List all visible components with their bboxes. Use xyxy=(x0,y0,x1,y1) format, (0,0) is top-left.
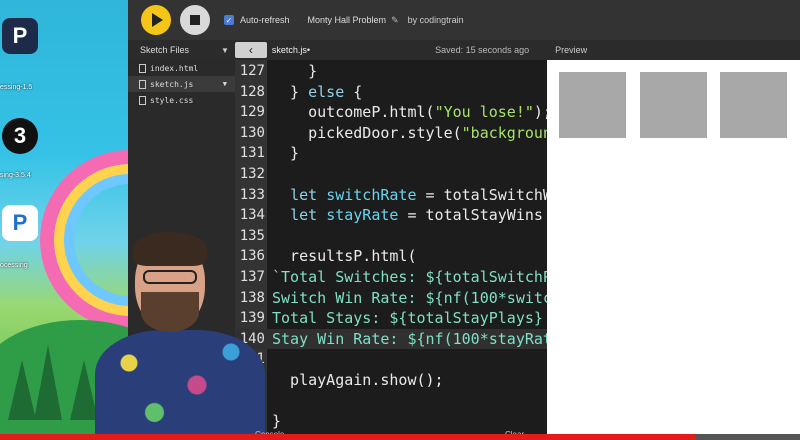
play-icon xyxy=(152,13,163,27)
processing-app-icon[interactable]: P xyxy=(2,18,38,54)
collapse-sidebar-button[interactable]: ‹ xyxy=(234,42,267,58)
code-editor[interactable]: 127 } 128 } else {129 outcomeP.html("You … xyxy=(235,60,547,434)
presenter-video-overlay xyxy=(95,230,265,440)
code-text: let stayRate = totalStayWins xyxy=(290,206,543,225)
line-number: 128 xyxy=(239,83,265,100)
code-line[interactable]: 137`Total Switches: ${totalSwitchPlays xyxy=(235,267,547,287)
screen: P essing-1.5 3 sing-3.5.4 P ocessing ✓ A… xyxy=(0,0,800,440)
desktop-icon-label: essing-1.5 xyxy=(0,84,33,91)
door-1[interactable] xyxy=(559,72,626,138)
stop-button[interactable] xyxy=(180,5,210,35)
code-line[interactable]: 132 xyxy=(235,164,547,184)
code-text: } xyxy=(272,412,282,431)
desktop-icon-label: ocessing xyxy=(0,262,28,269)
code-line[interactable]: 136 resultsP.html( xyxy=(235,246,547,266)
editor-toolbar: ✓ Auto-refresh Monty Hall Problem ✎ by c… xyxy=(128,0,800,40)
code-line[interactable]: 128 } else { xyxy=(235,82,547,102)
pencil-icon[interactable]: ✎ xyxy=(391,15,399,26)
auto-refresh-label: Auto-refresh xyxy=(240,15,290,25)
code-text: playAgain.show(); xyxy=(272,371,444,389)
tree-decoration xyxy=(8,360,36,420)
app-icon-glyph: P xyxy=(12,23,28,48)
tree-decoration xyxy=(70,360,98,420)
code-line[interactable]: 131 } xyxy=(235,143,547,163)
sketch-files-title: Sketch Files xyxy=(140,45,190,55)
processing-3-app-icon[interactable]: 3 xyxy=(2,118,38,154)
code-text: pickedDoor.style("background xyxy=(272,123,547,142)
code-text: } else { xyxy=(272,82,363,101)
line-number: 130 xyxy=(239,124,265,141)
app-icon-glyph: 3 xyxy=(13,123,27,148)
code-line[interactable]: 143 xyxy=(235,391,547,411)
file-item-index-html[interactable]: index.html xyxy=(128,60,235,76)
file-icon xyxy=(139,95,146,105)
line-number: 129 xyxy=(239,104,265,121)
file-name: style.css xyxy=(150,95,194,105)
code-text: let switchRate = totalSwitchWins xyxy=(290,185,547,204)
code-line[interactable]: 127 } xyxy=(235,61,547,81)
file-icon xyxy=(139,79,146,89)
line-number: 127 xyxy=(239,63,265,79)
auto-refresh-checkbox[interactable]: ✓ xyxy=(224,15,234,25)
file-name: sketch.js xyxy=(150,79,194,89)
file-icon xyxy=(139,63,146,73)
door-3[interactable] xyxy=(720,72,787,138)
door-2[interactable] xyxy=(640,72,707,138)
play-button[interactable] xyxy=(141,5,171,35)
code-line[interactable]: 133 let switchRate = totalSwitchWins xyxy=(235,185,547,205)
code-text: Switch Win Rate: ${nf(100*switchRate xyxy=(272,288,547,307)
line-number: 131 xyxy=(239,145,265,162)
chevron-down-icon[interactable]: ▼ xyxy=(221,46,229,55)
code-text: `Total Switches: ${totalSwitchPlays xyxy=(272,268,547,286)
video-progress-fill xyxy=(0,434,696,440)
code-line[interactable]: 142 playAgain.show(); xyxy=(235,370,547,390)
code-text: outcomeP.html("You lose!"); xyxy=(272,103,547,122)
presenter-hair xyxy=(133,232,207,266)
sketch-title[interactable]: Monty Hall Problem xyxy=(308,15,387,25)
code-line[interactable]: 135 xyxy=(235,226,547,246)
desktop-icon-label: sing-3.5.4 xyxy=(0,172,31,179)
code-line[interactable]: 130 pickedDoor.style("background xyxy=(235,123,547,143)
line-number: 133 xyxy=(239,186,265,203)
code-text: resultsP.html( xyxy=(272,247,417,266)
code-line[interactable]: 139 Total Stays: ${totalStayPlays} xyxy=(235,308,547,328)
code-text: } xyxy=(272,62,318,80)
tree-decoration xyxy=(34,345,62,420)
sketch-author[interactable]: by codingtrain xyxy=(408,15,464,25)
code-line[interactable]: 134 let stayRate = totalStayWins xyxy=(235,205,547,225)
file-item-style-css[interactable]: style.css xyxy=(128,92,235,108)
code-text: Stay Win Rate: ${nf(100*stayRate xyxy=(272,329,547,348)
presenter-glasses xyxy=(143,270,197,284)
code-line[interactable]: 138Switch Win Rate: ${nf(100*switchRate xyxy=(235,288,547,308)
presenter-beard xyxy=(141,292,199,332)
code-line[interactable]: 140 Stay Win Rate: ${nf(100*stayRate xyxy=(235,328,547,349)
code-line[interactable]: 141 xyxy=(235,349,547,369)
code-line[interactable]: 144} xyxy=(235,411,547,431)
line-number: 134 xyxy=(239,207,265,224)
stop-icon xyxy=(190,15,200,25)
chevron-down-icon[interactable]: ▼ xyxy=(223,80,227,88)
saved-status: Saved: 15 seconds ago xyxy=(435,45,530,55)
line-number: 132 xyxy=(239,166,265,182)
code-text: } xyxy=(272,144,300,163)
file-name: index.html xyxy=(150,63,199,73)
editor-subheader: Sketch Files ▼ ‹ sketch.js• Saved: 15 se… xyxy=(128,40,800,60)
code-text: Total Stays: ${totalStayPlays} xyxy=(272,309,543,328)
chevron-left-icon: ‹ xyxy=(248,43,253,57)
code-line[interactable]: 129 outcomeP.html("You lose!"); xyxy=(235,102,547,122)
preview-label: Preview xyxy=(555,45,588,55)
processing-blue-app-icon[interactable]: P xyxy=(2,205,38,241)
preview-pane xyxy=(547,60,800,434)
app-icon-glyph: P xyxy=(12,210,28,235)
presenter-shirt xyxy=(95,330,265,440)
file-item-sketch-js[interactable]: sketch.js ▼ xyxy=(128,76,235,92)
current-file-name: sketch.js• xyxy=(271,45,311,55)
